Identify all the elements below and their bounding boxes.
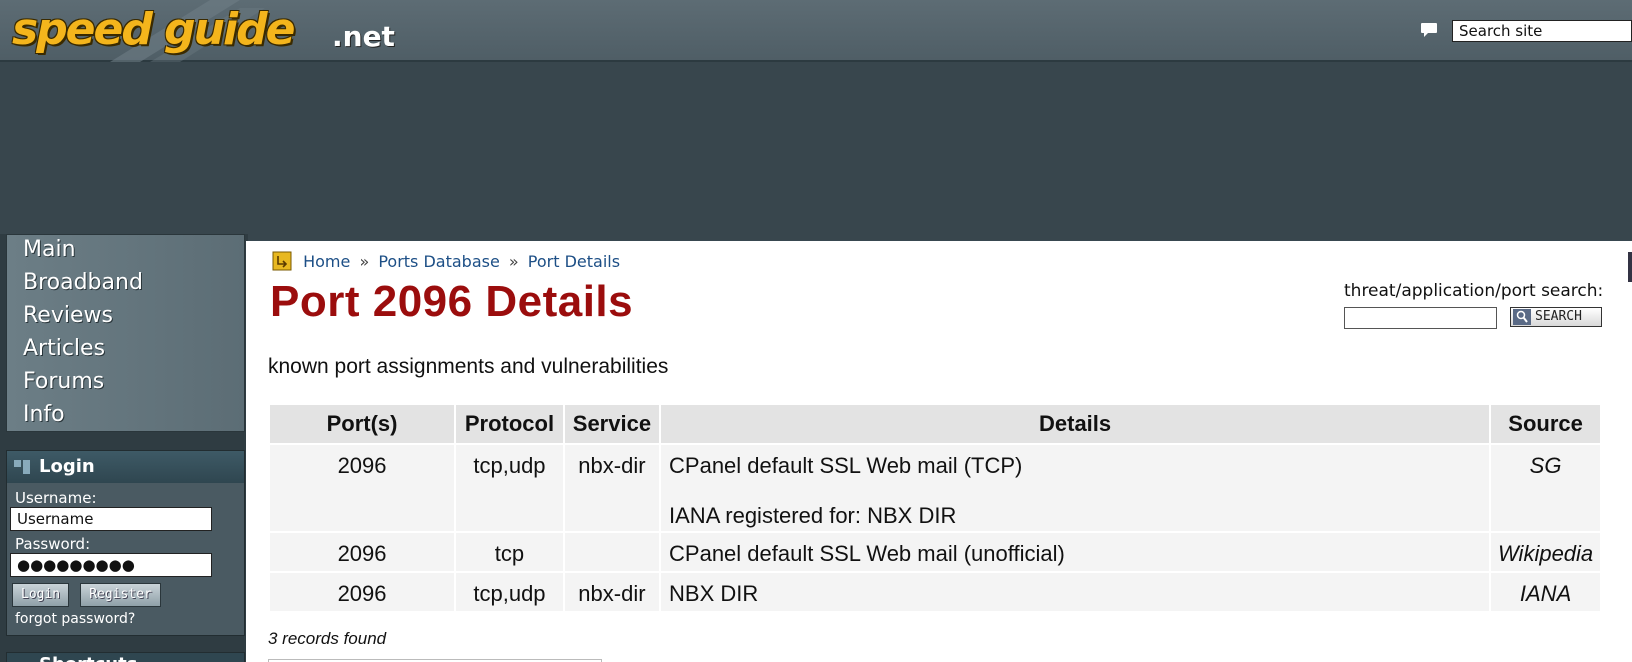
login-box-title: Login [7,451,244,483]
source-cell[interactable]: IANA [1489,571,1602,613]
nav-item-info[interactable]: Info [7,400,244,433]
port-cell: 2096 [267,443,457,533]
page-title: Port 2096 Details [270,277,634,326]
column-header-source: Source [1489,403,1602,445]
search-icon [1513,309,1531,325]
nav-item-forums[interactable]: Forums [7,367,244,400]
source-cell[interactable]: Wikipedia [1489,531,1602,573]
login-box: Login Username: Username Password: ●●●●●… [6,450,245,636]
details-cell: CPanel default SSL Web mail (unofficial) [659,531,1492,573]
breadcrumb-separator: » [359,252,370,271]
details-line: IANA registered for: NBX DIR [669,503,957,528]
breadcrumb-home[interactable]: Home [303,252,350,271]
login-button[interactable]: Login [12,583,70,607]
port-search-button-label: SEARCH [1535,309,1582,324]
column-header-service: Service [562,403,662,445]
column-header-protocol: Protocol [454,403,565,445]
nav-item-main[interactable]: Main [7,235,244,268]
login-title-text: Login [39,456,95,477]
records-count: 3 records found [268,629,387,648]
site-search-input[interactable]: Search site [1452,20,1632,42]
table-row: 2096 tcp,udp nbx-dir CPanel default SSL … [267,443,1602,533]
column-header-details: Details [659,403,1492,445]
shortcuts-box-title: Shortcuts [6,652,245,662]
page-subtitle: known port assignments and vulnerabiliti… [268,355,669,378]
chat-bubble-icon[interactable] [1420,22,1438,38]
protocol-cell: tcp [454,531,565,573]
table-row: 2096 tcp CPanel default SSL Web mail (un… [267,531,1602,573]
details-cell: CPanel default SSL Web mail (TCP) IANA r… [659,443,1492,533]
port-search-button[interactable]: SEARCH [1510,307,1602,327]
table-header-row: Port(s) Protocol Service Details Source [267,403,1602,445]
main-content: Home » Ports Database » Port Details Por… [246,241,1632,662]
breadcrumb-separator: » [508,252,519,271]
site-logo-tld[interactable]: .net [332,20,395,53]
ad-banner-area [0,62,1632,240]
login-buttons: Login Register [7,583,244,607]
port-search-input[interactable] [1344,307,1497,329]
sidebar: Main Broadband Reviews Articles Forums I… [0,234,248,662]
nav-item-articles[interactable]: Articles [7,334,244,367]
home-folder-icon [272,251,292,271]
port-cell: 2096 [267,531,457,573]
service-cell: nbx-dir [562,571,662,613]
port-search-label: threat/application/port search: [1344,281,1604,301]
column-header-ports: Port(s) [267,403,457,445]
site-logo[interactable]: speed guide [12,4,295,55]
table-row: 2096 tcp,udp nbx-dir NBX DIR IANA [267,571,1602,613]
main-nav: Main Broadband Reviews Articles Forums I… [6,234,245,432]
site-header: speed guide .net Search site [0,0,1632,62]
protocol-cell: tcp,udp [454,443,565,533]
forgot-password-link[interactable]: forgot password? [7,611,244,627]
nav-item-reviews[interactable]: Reviews [7,301,244,334]
password-label: Password: [15,535,91,553]
breadcrumb-port-details[interactable]: Port Details [528,252,620,271]
details-line: CPanel default SSL Web mail (TCP) [669,453,1023,478]
username-label: Username: [15,489,97,507]
password-field[interactable]: ●●●●●●●●● [10,553,212,577]
details-cell: NBX DIR [659,571,1492,613]
protocol-cell: tcp,udp [454,571,565,613]
port-cell: 2096 [267,571,457,613]
username-field[interactable]: Username [10,507,212,531]
breadcrumb: Home » Ports Database » Port Details [272,251,620,271]
panel-icon [14,460,30,474]
breadcrumb-ports-database[interactable]: Ports Database [378,252,499,271]
scrollbar-edge[interactable] [1628,252,1632,282]
service-cell: nbx-dir [562,443,662,533]
register-button[interactable]: Register [80,583,161,607]
service-cell [562,531,662,573]
ports-table: Port(s) Protocol Service Details Source … [267,403,1602,613]
source-cell[interactable]: SG [1489,443,1602,533]
nav-item-broadband[interactable]: Broadband [7,268,244,301]
